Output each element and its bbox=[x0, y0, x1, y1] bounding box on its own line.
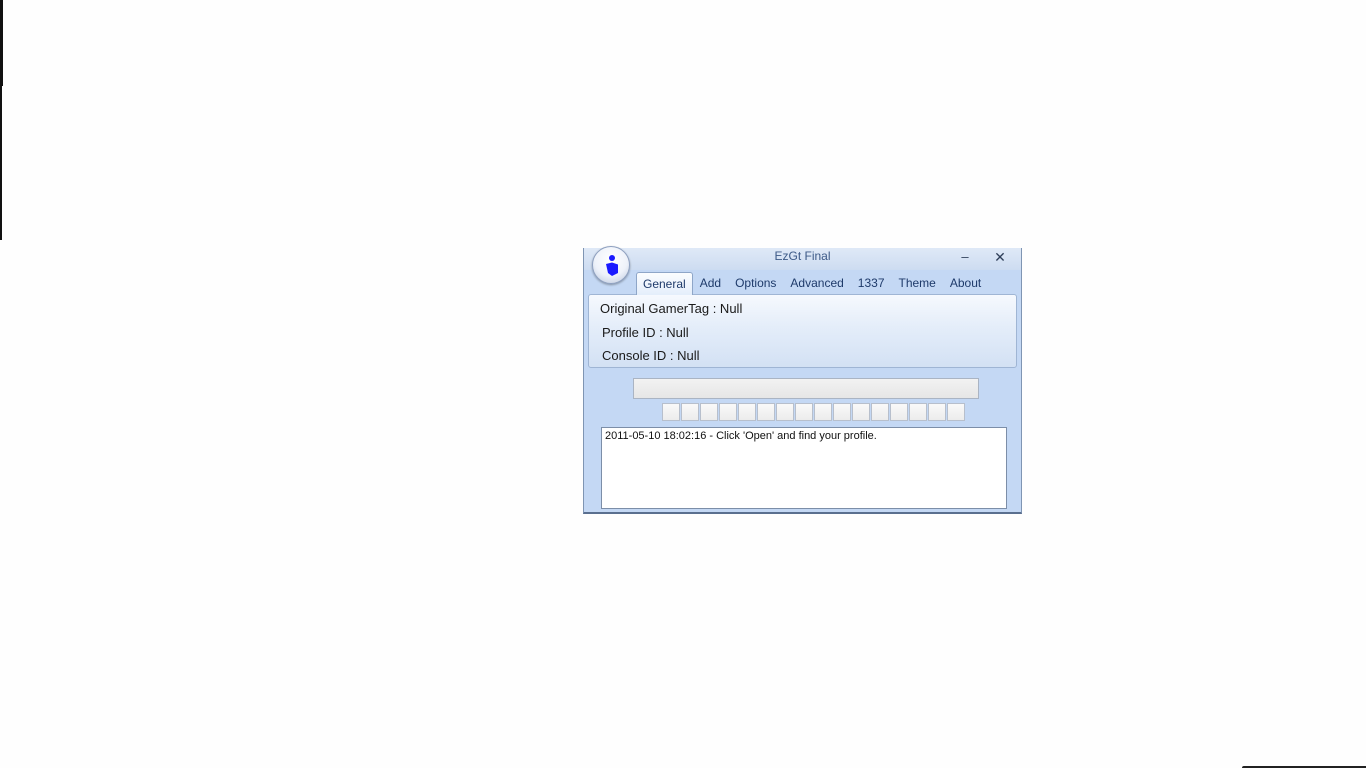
character-box[interactable] bbox=[719, 403, 737, 421]
app-menu-button[interactable] bbox=[592, 246, 630, 284]
close-button[interactable]: ✕ bbox=[989, 248, 1011, 266]
tab-options[interactable]: Options bbox=[728, 272, 783, 294]
console-id-label: Console ID : Null bbox=[602, 348, 700, 363]
character-box[interactable] bbox=[700, 403, 718, 421]
profile-id-label: Profile ID : Null bbox=[602, 325, 689, 340]
character-box-row bbox=[662, 403, 966, 421]
app-window: EzGt Final – ✕ General Add Options Advan… bbox=[583, 246, 1022, 514]
original-gamertag-label: Original GamerTag : Null bbox=[600, 301, 743, 316]
character-box[interactable] bbox=[757, 403, 775, 421]
tab-bar: General Add Options Advanced 1337 Theme … bbox=[636, 272, 988, 295]
character-box[interactable] bbox=[738, 403, 756, 421]
tab-theme[interactable]: Theme bbox=[892, 272, 943, 294]
tab-general[interactable]: General bbox=[636, 272, 693, 295]
log-output[interactable]: 2011-05-10 18:02:16 - Click 'Open' and f… bbox=[601, 427, 1007, 509]
title-bar[interactable]: EzGt Final – ✕ bbox=[584, 248, 1021, 270]
character-box[interactable] bbox=[776, 403, 794, 421]
minimize-button[interactable]: – bbox=[954, 248, 976, 266]
character-box[interactable] bbox=[871, 403, 889, 421]
character-box[interactable] bbox=[947, 403, 965, 421]
tab-1337[interactable]: 1337 bbox=[851, 272, 892, 294]
character-box[interactable] bbox=[814, 403, 832, 421]
character-box[interactable] bbox=[890, 403, 908, 421]
tab-advanced[interactable]: Advanced bbox=[783, 272, 850, 294]
character-box[interactable] bbox=[928, 403, 946, 421]
general-panel: Original GamerTag : Null Profile ID : Nu… bbox=[588, 294, 1017, 368]
screen-edge-mark bbox=[0, 0, 2, 240]
tab-about[interactable]: About bbox=[943, 272, 988, 294]
character-box[interactable] bbox=[833, 403, 851, 421]
character-box[interactable] bbox=[909, 403, 927, 421]
user-info-icon bbox=[606, 255, 618, 276]
character-box[interactable] bbox=[681, 403, 699, 421]
character-box[interactable] bbox=[795, 403, 813, 421]
character-box[interactable] bbox=[852, 403, 870, 421]
tab-add[interactable]: Add bbox=[693, 272, 728, 294]
gamertag-input[interactable] bbox=[633, 378, 979, 399]
character-box[interactable] bbox=[662, 403, 680, 421]
